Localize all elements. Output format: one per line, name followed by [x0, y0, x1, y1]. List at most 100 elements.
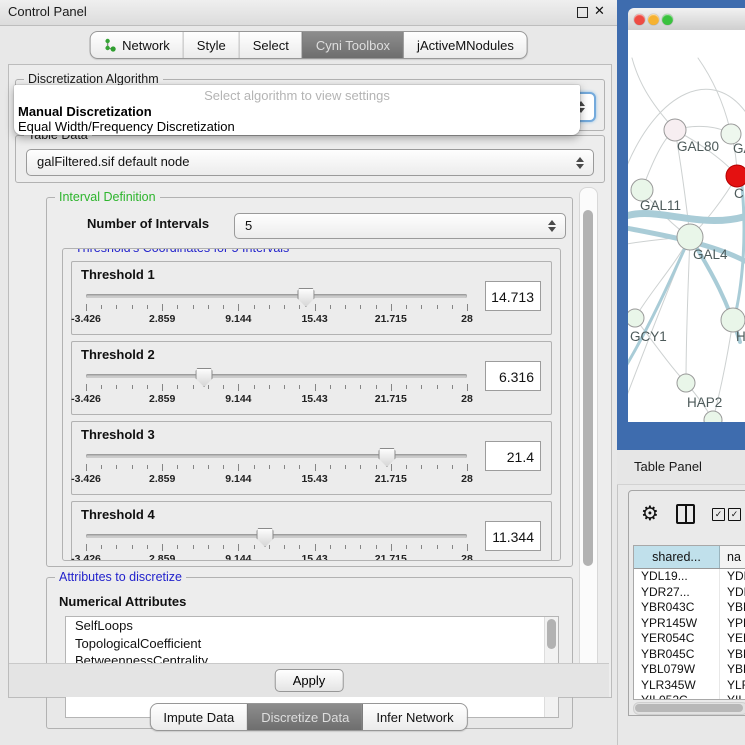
checkbox-icon[interactable]: ✓: [728, 508, 741, 521]
combo-value: galFiltered.sif default node: [37, 154, 189, 169]
slider-track[interactable]: [86, 454, 467, 458]
table-row[interactable]: YER054CYER0: [634, 631, 745, 647]
table-data-combobox[interactable]: galFiltered.sif default node: [26, 149, 594, 176]
table-cell[interactable]: YDR27...: [634, 585, 720, 601]
minimize-traffic-light[interactable]: [648, 14, 659, 25]
close-icon[interactable]: ✕: [594, 3, 605, 19]
threshold-slider[interactable]: -3.4262.8599.14415.4321.71528: [86, 288, 467, 324]
table-row[interactable]: YDR27...YDR2: [634, 585, 745, 601]
table-cell[interactable]: YBR043C: [634, 600, 720, 616]
table-row[interactable]: YDL19...YDL1: [634, 569, 745, 585]
scrollbar-thumb[interactable]: [635, 704, 743, 712]
network-edge[interactable]: [698, 58, 731, 134]
threshold-slider[interactable]: -3.4262.8599.14415.4321.71528: [86, 528, 467, 561]
dropdown-option-equal-width[interactable]: Equal Width/Frequency Discretization: [14, 119, 580, 134]
table-cell[interactable]: YIL052C: [634, 693, 720, 700]
table-horizontal-scrollbar[interactable]: [633, 702, 745, 715]
threshold-value-field[interactable]: 14.713: [485, 281, 541, 311]
number-of-intervals-combobox[interactable]: 5: [234, 213, 566, 239]
table-row[interactable]: YPR145WYPR1: [634, 616, 745, 632]
table-cell[interactable]: YBR045C: [634, 647, 720, 663]
split-columns-icon[interactable]: [676, 504, 695, 524]
table-cell[interactable]: YPR1: [720, 616, 745, 632]
network-edge[interactable]: [628, 237, 690, 366]
numerical-attributes-heading: Numerical Attributes: [59, 594, 186, 609]
threshold-label: Threshold 2: [81, 347, 155, 362]
threshold-slider[interactable]: -3.4262.8599.14415.4321.71528: [86, 368, 467, 404]
slider-ticks: [86, 464, 467, 472]
threshold-value-field[interactable]: 21.4: [485, 441, 541, 471]
table-cell[interactable]: YDL19...: [634, 569, 720, 585]
table-cell[interactable]: YBR0: [720, 600, 745, 616]
tab-discretize-data[interactable]: Discretize Data: [247, 704, 362, 730]
zoom-traffic-light[interactable]: [662, 14, 673, 25]
slider-track[interactable]: [86, 294, 467, 298]
table-cell[interactable]: YBL0: [720, 662, 745, 678]
gear-icon[interactable]: ⚙: [641, 501, 659, 525]
apply-button[interactable]: Apply: [275, 669, 344, 692]
tab-style[interactable]: Style: [183, 32, 239, 58]
threshold-label: Threshold 1: [81, 267, 155, 282]
network-node[interactable]: [704, 411, 722, 422]
network-node[interactable]: [664, 119, 686, 141]
table-cell[interactable]: YER054C: [634, 631, 720, 647]
table-row[interactable]: YBR043CYBR0: [634, 600, 745, 616]
panel-title: Control Panel: [8, 4, 87, 19]
network-edge[interactable]: [628, 213, 745, 220]
checkbox-icon[interactable]: ✓: [712, 508, 725, 521]
table-cell[interactable]: YLR3: [720, 678, 745, 694]
tab-strip: Network Style Select Cyni Toolbox jActiv…: [89, 31, 528, 59]
combo-arrows-icon: [576, 156, 585, 170]
attribute-item[interactable]: TopologicalCoefficient: [66, 635, 558, 653]
threshold-value-field[interactable]: 11.344: [485, 521, 541, 551]
table-cell[interactable]: YIL0: [720, 693, 745, 700]
tab-infer-network[interactable]: Infer Network: [362, 704, 466, 730]
table-cell[interactable]: YBR0: [720, 647, 745, 663]
column-header-shared-name[interactable]: shared...: [634, 546, 720, 568]
threshold-value-field[interactable]: 6.316: [485, 361, 541, 391]
table-cell[interactable]: YDL1: [720, 569, 745, 585]
dropdown-option-manual[interactable]: Manual Discretization: [14, 104, 580, 119]
slider-tick-labels: -3.4262.8599.14415.4321.71528: [86, 313, 467, 325]
slider-track[interactable]: [86, 374, 467, 378]
table-cell[interactable]: YDR2: [720, 585, 745, 601]
tab-jactivemnodules[interactable]: jActiveMNodules: [403, 32, 527, 58]
tab-label: Cyni Toolbox: [316, 38, 390, 53]
table-cell[interactable]: YLR345W: [634, 678, 720, 694]
network-edge[interactable]: [635, 318, 686, 383]
network-edge[interactable]: [635, 237, 690, 318]
table-row[interactable]: YBR045CYBR0: [634, 647, 745, 663]
network-node[interactable]: [628, 309, 644, 327]
scrollbar-thumb[interactable]: [547, 619, 556, 649]
tab-cyni-toolbox[interactable]: Cyni Toolbox: [302, 32, 403, 58]
column-header-name[interactable]: na: [720, 546, 745, 568]
combo-value: 5: [245, 218, 252, 233]
table-row[interactable]: YIL052CYIL0: [634, 693, 745, 700]
tab-impute-data[interactable]: Impute Data: [150, 704, 247, 730]
network-node[interactable]: [726, 165, 745, 187]
network-edge[interactable]: [686, 237, 690, 383]
table-row[interactable]: YBL079WYBL0: [634, 662, 745, 678]
float-window-icon[interactable]: [577, 7, 588, 18]
content-scrollbar[interactable]: [579, 187, 598, 695]
tab-network[interactable]: Network: [90, 32, 183, 58]
scrollbar-thumb[interactable]: [583, 210, 593, 566]
tab-strip: Impute Data Discretize Data Infer Networ…: [149, 703, 467, 731]
slider-track[interactable]: [86, 534, 467, 538]
tab-select[interactable]: Select: [239, 32, 302, 58]
attribute-item[interactable]: SelfLoops: [66, 617, 558, 635]
table-cell[interactable]: YBL079W: [634, 662, 720, 678]
threshold-slider[interactable]: -3.4262.8599.14415.4321.71528: [86, 448, 467, 484]
network-node[interactable]: [677, 374, 695, 392]
network-window-titlebar[interactable]: [628, 8, 745, 31]
table-cell[interactable]: YER0: [720, 631, 745, 647]
control-panel: Control Panel ✕ Network Style: [0, 0, 618, 745]
network-canvas[interactable]: GAL80GACGAL11GAL4GCY1HHAP2: [628, 30, 745, 422]
tab-label: jActiveMNodules: [417, 38, 514, 53]
close-traffic-light[interactable]: [634, 14, 645, 25]
network-edge[interactable]: [734, 186, 744, 320]
network-edge[interactable]: [632, 58, 675, 130]
table-row[interactable]: YLR345WYLR3: [634, 678, 745, 694]
table-cell[interactable]: YPR145W: [634, 616, 720, 632]
table-header-row: shared... na: [634, 546, 745, 569]
